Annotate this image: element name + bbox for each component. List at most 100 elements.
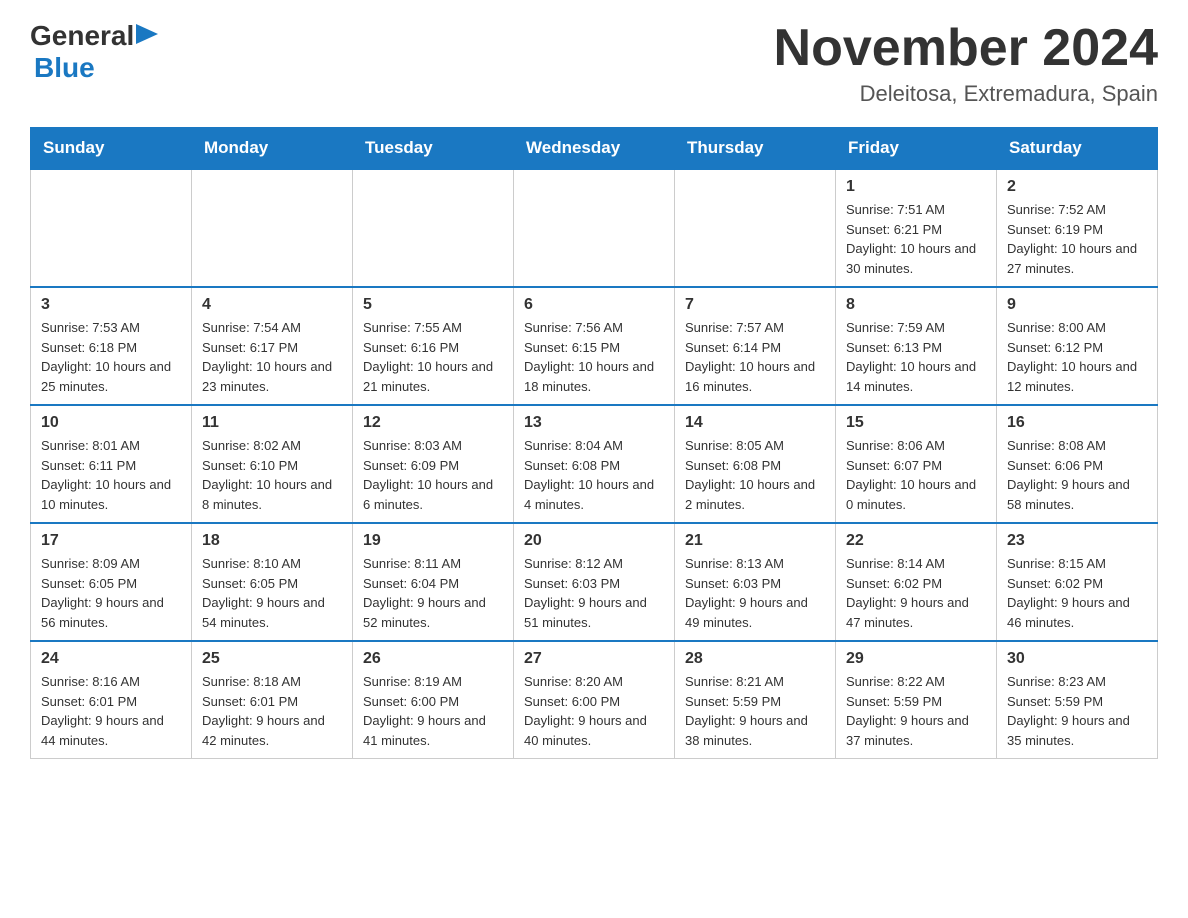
day-number: 17 [41, 532, 181, 550]
day-number: 1 [846, 178, 986, 196]
calendar-cell: 7 Sunrise: 7:57 AMSunset: 6:14 PMDaylight… [675, 287, 836, 405]
page-header: General Blue November 2024 Deleitosa, Ex… [30, 20, 1158, 107]
day-info: Sunrise: 8:15 AMSunset: 6:02 PMDaylight:… [1007, 554, 1147, 632]
calendar-cell: 8 Sunrise: 7:59 AMSunset: 6:13 PMDaylight… [836, 287, 997, 405]
day-info: Sunrise: 8:21 AMSunset: 5:59 PMDaylight:… [685, 672, 825, 750]
day-info: Sunrise: 8:04 AMSunset: 6:08 PMDaylight:… [524, 436, 664, 514]
calendar-cell [192, 169, 353, 287]
calendar-cell: 21 Sunrise: 8:13 AMSunset: 6:03 PMDayligh… [675, 523, 836, 641]
day-number: 20 [524, 532, 664, 550]
day-info: Sunrise: 7:57 AMSunset: 6:14 PMDaylight:… [685, 318, 825, 396]
day-info: Sunrise: 8:13 AMSunset: 6:03 PMDaylight:… [685, 554, 825, 632]
calendar-header-row: SundayMondayTuesdayWednesdayThursdayFrid… [31, 128, 1158, 170]
day-info: Sunrise: 7:53 AMSunset: 6:18 PMDaylight:… [41, 318, 181, 396]
day-number: 25 [202, 650, 342, 668]
day-info: Sunrise: 7:51 AMSunset: 6:21 PMDaylight:… [846, 200, 986, 278]
day-number: 14 [685, 414, 825, 432]
day-info: Sunrise: 8:11 AMSunset: 6:04 PMDaylight:… [363, 554, 503, 632]
day-number: 29 [846, 650, 986, 668]
day-number: 15 [846, 414, 986, 432]
title-section: November 2024 Deleitosa, Extremadura, Sp… [774, 20, 1158, 107]
calendar-week-1: 1 Sunrise: 7:51 AMSunset: 6:21 PMDaylight… [31, 169, 1158, 287]
day-info: Sunrise: 7:54 AMSunset: 6:17 PMDaylight:… [202, 318, 342, 396]
day-info: Sunrise: 8:22 AMSunset: 5:59 PMDaylight:… [846, 672, 986, 750]
day-info: Sunrise: 8:18 AMSunset: 6:01 PMDaylight:… [202, 672, 342, 750]
day-number: 28 [685, 650, 825, 668]
day-number: 21 [685, 532, 825, 550]
calendar-header-saturday: Saturday [997, 128, 1158, 170]
day-info: Sunrise: 8:10 AMSunset: 6:05 PMDaylight:… [202, 554, 342, 632]
calendar-cell: 3 Sunrise: 7:53 AMSunset: 6:18 PMDaylight… [31, 287, 192, 405]
day-number: 2 [1007, 178, 1147, 196]
day-info: Sunrise: 8:02 AMSunset: 6:10 PMDaylight:… [202, 436, 342, 514]
calendar-header-thursday: Thursday [675, 128, 836, 170]
calendar-week-4: 17 Sunrise: 8:09 AMSunset: 6:05 PMDayligh… [31, 523, 1158, 641]
day-info: Sunrise: 8:00 AMSunset: 6:12 PMDaylight:… [1007, 318, 1147, 396]
day-number: 3 [41, 296, 181, 314]
day-info: Sunrise: 8:03 AMSunset: 6:09 PMDaylight:… [363, 436, 503, 514]
calendar-cell: 9Sunrise: 8:00 AMSunset: 6:12 PMDaylight… [997, 287, 1158, 405]
day-number: 16 [1007, 414, 1147, 432]
calendar-cell [353, 169, 514, 287]
day-info: Sunrise: 8:09 AMSunset: 6:05 PMDaylight:… [41, 554, 181, 632]
day-info: Sunrise: 7:59 AMSunset: 6:13 PMDaylight:… [846, 318, 986, 396]
day-number: 10 [41, 414, 181, 432]
day-number: 13 [524, 414, 664, 432]
day-info: Sunrise: 8:05 AMSunset: 6:08 PMDaylight:… [685, 436, 825, 514]
calendar-cell: 6 Sunrise: 7:56 AMSunset: 6:15 PMDaylight… [514, 287, 675, 405]
day-number: 26 [363, 650, 503, 668]
day-number: 6 [524, 296, 664, 314]
day-info: Sunrise: 7:56 AMSunset: 6:15 PMDaylight:… [524, 318, 664, 396]
logo-blue-text: Blue [34, 52, 95, 83]
logo-general-text: General [30, 20, 134, 52]
calendar-cell [31, 169, 192, 287]
calendar-cell: 10 Sunrise: 8:01 AMSunset: 6:11 PMDayligh… [31, 405, 192, 523]
calendar-cell: 14 Sunrise: 8:05 AMSunset: 6:08 PMDayligh… [675, 405, 836, 523]
calendar-header-wednesday: Wednesday [514, 128, 675, 170]
calendar-cell: 29 Sunrise: 8:22 AMSunset: 5:59 PMDayligh… [836, 641, 997, 759]
day-info: Sunrise: 7:55 AMSunset: 6:16 PMDaylight:… [363, 318, 503, 396]
day-number: 24 [41, 650, 181, 668]
calendar-cell: 11Sunrise: 8:02 AMSunset: 6:10 PMDayligh… [192, 405, 353, 523]
day-info: Sunrise: 8:16 AMSunset: 6:01 PMDaylight:… [41, 672, 181, 750]
day-info: Sunrise: 8:06 AMSunset: 6:07 PMDaylight:… [846, 436, 986, 514]
day-number: 30 [1007, 650, 1147, 668]
calendar-header-monday: Monday [192, 128, 353, 170]
calendar-cell: 12 Sunrise: 8:03 AMSunset: 6:09 PMDayligh… [353, 405, 514, 523]
day-info: Sunrise: 8:08 AMSunset: 6:06 PMDaylight:… [1007, 436, 1147, 514]
day-number: 12 [363, 414, 503, 432]
calendar-cell: 20Sunrise: 8:12 AMSunset: 6:03 PMDayligh… [514, 523, 675, 641]
calendar-cell: 24 Sunrise: 8:16 AMSunset: 6:01 PMDayligh… [31, 641, 192, 759]
day-number: 7 [685, 296, 825, 314]
calendar-cell: 1 Sunrise: 7:51 AMSunset: 6:21 PMDaylight… [836, 169, 997, 287]
calendar-cell: 26 Sunrise: 8:19 AMSunset: 6:00 PMDayligh… [353, 641, 514, 759]
calendar-cell: 19 Sunrise: 8:11 AMSunset: 6:04 PMDayligh… [353, 523, 514, 641]
day-info: Sunrise: 8:23 AMSunset: 5:59 PMDaylight:… [1007, 672, 1147, 750]
calendar-cell [514, 169, 675, 287]
day-number: 4 [202, 296, 342, 314]
day-number: 19 [363, 532, 503, 550]
calendar-cell: 23Sunrise: 8:15 AMSunset: 6:02 PMDayligh… [997, 523, 1158, 641]
calendar-week-2: 3 Sunrise: 7:53 AMSunset: 6:18 PMDaylight… [31, 287, 1158, 405]
calendar-cell: 15 Sunrise: 8:06 AMSunset: 6:07 PMDayligh… [836, 405, 997, 523]
location: Deleitosa, Extremadura, Spain [774, 81, 1158, 107]
day-info: Sunrise: 7:52 AMSunset: 6:19 PMDaylight:… [1007, 200, 1147, 278]
month-title: November 2024 [774, 20, 1158, 77]
day-info: Sunrise: 8:20 AMSunset: 6:00 PMDaylight:… [524, 672, 664, 750]
day-number: 22 [846, 532, 986, 550]
calendar-cell [675, 169, 836, 287]
calendar-header-tuesday: Tuesday [353, 128, 514, 170]
calendar-cell: 4 Sunrise: 7:54 AMSunset: 6:17 PMDaylight… [192, 287, 353, 405]
calendar-cell: 16 Sunrise: 8:08 AMSunset: 6:06 PMDayligh… [997, 405, 1158, 523]
day-info: Sunrise: 8:14 AMSunset: 6:02 PMDaylight:… [846, 554, 986, 632]
calendar-cell: 18Sunrise: 8:10 AMSunset: 6:05 PMDayligh… [192, 523, 353, 641]
logo-triangle-icon [136, 24, 158, 44]
calendar-cell: 2 Sunrise: 7:52 AMSunset: 6:19 PMDaylight… [997, 169, 1158, 287]
day-number: 8 [846, 296, 986, 314]
calendar-cell: 5Sunrise: 7:55 AMSunset: 6:16 PMDaylight… [353, 287, 514, 405]
calendar-cell: 17 Sunrise: 8:09 AMSunset: 6:05 PMDayligh… [31, 523, 192, 641]
calendar-week-3: 10 Sunrise: 8:01 AMSunset: 6:11 PMDayligh… [31, 405, 1158, 523]
calendar-header-friday: Friday [836, 128, 997, 170]
day-info: Sunrise: 8:01 AMSunset: 6:11 PMDaylight:… [41, 436, 181, 514]
day-info: Sunrise: 8:19 AMSunset: 6:00 PMDaylight:… [363, 672, 503, 750]
